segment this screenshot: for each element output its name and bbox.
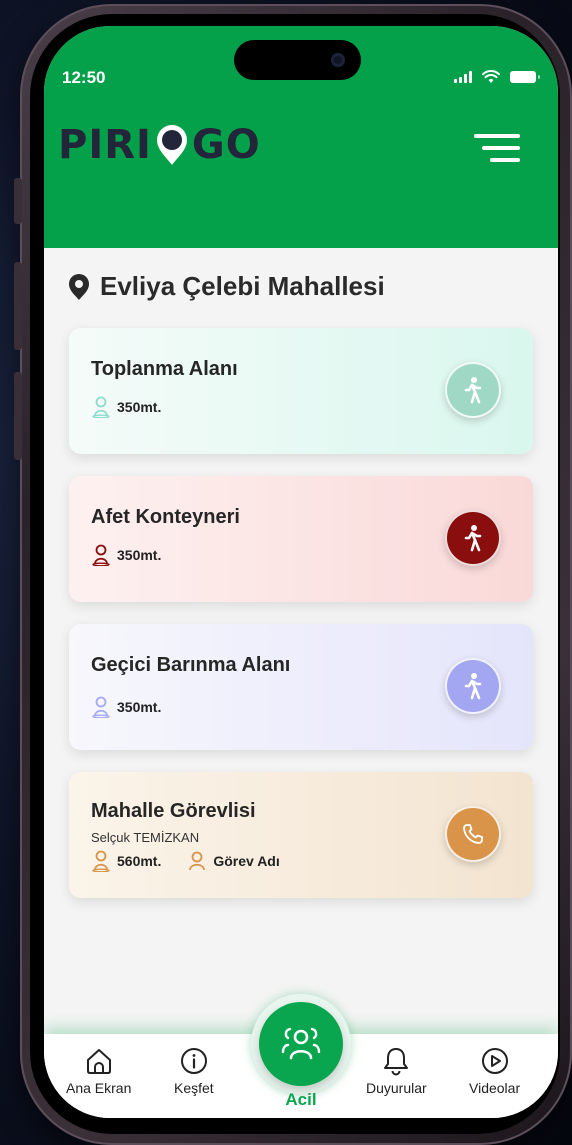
phone-icon [463, 824, 483, 844]
nav-item-videos[interactable]: Videolar [469, 1046, 520, 1096]
walking-person-icon [464, 525, 482, 552]
dynamic-island [234, 40, 361, 80]
card-toplanma-alani[interactable]: Toplanma Alanı 350mt. [69, 328, 533, 454]
location-heading: Evliya Çelebi Mahallesi [68, 271, 385, 302]
card-title: Geçici Barınma Alanı [91, 654, 291, 676]
distance-value: 560mt. [117, 853, 162, 869]
group-people-icon [281, 1027, 321, 1060]
hamburger-menu-button[interactable] [474, 134, 520, 162]
logo-text-left: PIRI [58, 122, 152, 168]
emergency-button[interactable] [259, 1002, 343, 1086]
card-title: Toplanma Alanı [91, 358, 238, 380]
distance-value: 350mt. [117, 547, 162, 563]
battery-icon [510, 71, 540, 83]
side-button [14, 262, 22, 350]
nav-label: Videolar [469, 1080, 521, 1096]
person-pin-icon [92, 696, 110, 718]
bell-icon [384, 1048, 409, 1076]
walking-person-icon [464, 673, 482, 700]
card-title: Mahalle Görevlisi [91, 800, 256, 822]
distance-value: 350mt. [117, 399, 162, 415]
distance-info: 350mt. [91, 396, 161, 418]
location-pin-logo-icon [156, 125, 187, 165]
nav-label: Duyurular [366, 1080, 427, 1096]
nav-item-explore[interactable]: Keşfet [174, 1046, 214, 1096]
distance-info: 350mt. [91, 544, 161, 566]
emergency-label: Acil [285, 1090, 317, 1109]
map-pin-icon [69, 273, 89, 300]
wifi-icon [482, 70, 500, 83]
app-header: 12:50 PIRI GO [44, 26, 558, 248]
nav-label: Ana Ekran [66, 1080, 132, 1096]
app-screen: 12:50 PIRI GO Evliya Çelebi Mahallesi To… [44, 26, 558, 1118]
person-pin-icon [92, 850, 110, 872]
status-icons [454, 70, 540, 84]
home-icon [86, 1049, 111, 1074]
walking-person-icon [464, 377, 482, 404]
status-time: 12:50 [62, 68, 106, 87]
person-pin-icon [92, 396, 110, 418]
distance-info: 560mt. Görev Adı [91, 850, 280, 872]
walk-action-button[interactable] [445, 658, 501, 714]
side-button [14, 372, 22, 460]
role-info: Görev Adı [187, 851, 280, 871]
signal-icon [454, 71, 472, 83]
card-afet-konteyneri[interactable]: Afet Konteyneri 350mt. [69, 476, 533, 602]
info-icon [180, 1048, 207, 1074]
call-action-button[interactable] [445, 806, 501, 862]
walk-action-button[interactable] [445, 362, 501, 418]
play-icon [481, 1048, 508, 1074]
location-title: Evliya Çelebi Mahallesi [100, 271, 385, 301]
nav-item-home[interactable]: Ana Ekran [66, 1046, 131, 1096]
logo-text-right: GO [191, 122, 261, 168]
card-subtitle: Selçuk TEMİZKAN [91, 830, 200, 845]
role-label: Görev Adı [213, 853, 280, 869]
card-gecici-barinma-alani[interactable]: Geçici Barınma Alanı 350mt. [69, 624, 533, 750]
person-icon [189, 851, 206, 871]
person-pin-icon [92, 544, 110, 566]
card-mahalle-gorevlisi[interactable]: Mahalle Görevlisi Selçuk TEMİZKAN 560mt.… [69, 772, 533, 898]
walk-action-button[interactable] [445, 510, 501, 566]
card-title: Afet Konteyneri [91, 506, 240, 528]
side-button [14, 178, 22, 224]
distance-value: 350mt. [117, 699, 162, 715]
distance-info: 350mt. [91, 696, 161, 718]
app-logo: PIRI GO [58, 122, 261, 168]
camera-icon [331, 53, 345, 67]
nav-label: Keşfet [174, 1080, 214, 1096]
nav-item-announcements[interactable]: Duyurular [366, 1046, 427, 1096]
